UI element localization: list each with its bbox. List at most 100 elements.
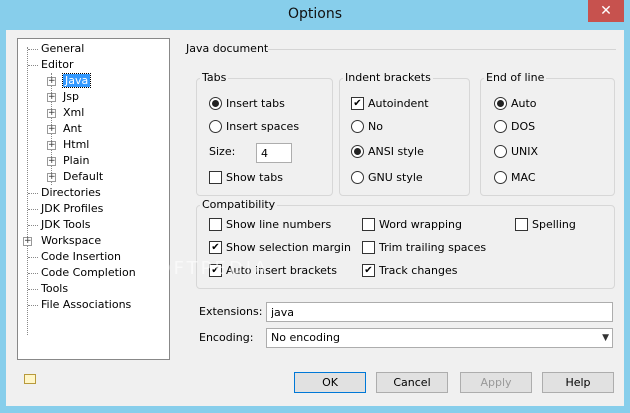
tree-item-jdk-profiles[interactable]: JDK Profiles <box>41 201 103 217</box>
tree-item-html[interactable]: Html <box>63 137 89 153</box>
dialog-client: General Editor + Java + Jsp + Xml + Ant … <box>6 30 624 406</box>
eol-auto-label: Auto <box>511 97 537 110</box>
encoding-label: Encoding: <box>199 331 254 344</box>
tree-item-java[interactable]: Java <box>61 73 92 89</box>
watermark: SOFTPEDIA <box>142 258 270 279</box>
show-line-numbers-label: Show line numbers <box>226 218 332 231</box>
insert-tabs-radio[interactable]: Insert tabs <box>209 96 285 112</box>
radio-indicator <box>494 96 507 110</box>
radio-indicator <box>494 170 507 184</box>
tree-root-line <box>27 47 28 335</box>
autoindent-checkbox[interactable]: ✔ Autoindent <box>351 96 429 112</box>
eol-auto-radio[interactable]: Auto <box>494 96 537 112</box>
tree-item-jdk-tools[interactable]: JDK Tools <box>41 217 91 233</box>
expand-icon[interactable]: + <box>47 157 56 166</box>
insert-spaces-label: Insert spaces <box>226 120 300 133</box>
expand-icon[interactable]: + <box>47 125 56 134</box>
radio-indicator <box>494 119 507 133</box>
tabs-group-title: Tabs <box>200 71 229 84</box>
eol-mac-radio[interactable]: MAC <box>494 170 536 186</box>
expand-icon[interactable]: + <box>47 77 56 86</box>
folder-icon[interactable] <box>24 374 36 384</box>
track-changes-checkbox[interactable]: ✔ Track changes <box>362 263 458 279</box>
tree-connector <box>28 257 38 258</box>
gnu-style-radio[interactable]: GNU style <box>351 170 423 186</box>
indent-brackets-title: Indent brackets <box>343 71 433 84</box>
ok-button[interactable]: OK <box>294 372 366 393</box>
show-tabs-checkbox[interactable]: Show tabs <box>209 170 283 186</box>
section-title: Java document <box>186 42 269 55</box>
tree-item-xml[interactable]: Xml <box>63 105 84 121</box>
checkbox-indicator <box>515 217 528 231</box>
expand-icon[interactable]: + <box>47 141 56 150</box>
expand-icon[interactable]: + <box>23 237 32 246</box>
tree-connector <box>28 65 38 66</box>
insert-spaces-radio[interactable]: Insert spaces <box>209 119 299 135</box>
tree-item-plain[interactable]: Plain <box>63 153 89 169</box>
tree-item-jsp[interactable]: Jsp <box>63 89 79 105</box>
options-window: Options ✕ General Editor + Java + Jsp + … <box>0 0 630 413</box>
tree-item-editor[interactable]: Editor <box>41 57 74 73</box>
check-icon: ✔ <box>362 263 375 277</box>
autoindent-label: Autoindent <box>368 97 429 110</box>
check-icon: ✔ <box>209 240 222 254</box>
title-bar[interactable]: Options ✕ <box>0 0 630 30</box>
expand-icon[interactable]: + <box>47 93 56 102</box>
tree-item-java-label: Java <box>61 73 92 88</box>
radio-indicator <box>209 96 222 110</box>
eol-mac-label: MAC <box>511 171 536 184</box>
tree-item-file-associations[interactable]: File Associations <box>41 297 131 313</box>
gnu-style-label: GNU style <box>368 171 423 184</box>
close-button[interactable]: ✕ <box>588 0 624 22</box>
size-label: Size: <box>209 145 236 158</box>
tab-size-input[interactable] <box>256 143 292 163</box>
tree-connector <box>28 305 38 306</box>
tree-item-default[interactable]: Default <box>63 169 103 185</box>
tree-item-code-completion[interactable]: Code Completion <box>41 265 136 281</box>
tree-item-ant[interactable]: Ant <box>63 121 82 137</box>
word-wrapping-label: Word wrapping <box>379 218 463 231</box>
word-wrapping-checkbox[interactable]: Word wrapping <box>362 217 462 233</box>
show-selection-margin-checkbox[interactable]: ✔ Show selection margin <box>209 240 351 256</box>
radio-indicator <box>351 144 364 158</box>
expand-icon[interactable]: + <box>47 173 56 182</box>
radio-indicator <box>351 170 364 184</box>
expand-icon[interactable]: + <box>47 109 56 118</box>
show-selection-margin-label: Show selection margin <box>226 241 351 254</box>
checkbox-indicator <box>362 217 375 231</box>
extensions-input[interactable] <box>266 302 613 322</box>
cancel-button[interactable]: Cancel <box>376 372 448 393</box>
tree-connector <box>28 289 38 290</box>
section-divider <box>268 49 616 50</box>
encoding-select[interactable]: No encoding ▼ <box>266 328 613 348</box>
tree-item-directories[interactable]: Directories <box>41 185 101 201</box>
ansi-style-radio[interactable]: ANSI style <box>351 144 424 160</box>
end-of-line-title: End of line <box>484 71 547 84</box>
trim-trailing-spaces-checkbox[interactable]: Trim trailing spaces <box>362 240 486 256</box>
options-tree[interactable]: General Editor + Java + Jsp + Xml + Ant … <box>17 38 170 360</box>
radio-indicator <box>351 119 364 133</box>
check-icon: ✔ <box>351 96 364 110</box>
window-title: Options <box>287 6 343 22</box>
apply-button[interactable]: Apply <box>460 372 532 393</box>
trim-trailing-spaces-label: Trim trailing spaces <box>379 241 487 254</box>
indent-no-radio[interactable]: No <box>351 119 383 135</box>
tree-item-tools[interactable]: Tools <box>41 281 68 297</box>
chevron-down-icon[interactable]: ▼ <box>602 329 609 347</box>
tree-connector <box>28 193 38 194</box>
checkbox-indicator <box>209 170 222 184</box>
ansi-style-label: ANSI style <box>368 145 424 158</box>
eol-dos-radio[interactable]: DOS <box>494 119 535 135</box>
show-tabs-label: Show tabs <box>226 171 283 184</box>
tree-item-workspace[interactable]: Workspace <box>41 233 101 249</box>
help-button[interactable]: Help <box>542 372 614 393</box>
tree-item-general[interactable]: General <box>41 41 84 57</box>
spelling-checkbox[interactable]: Spelling <box>515 217 576 233</box>
radio-indicator <box>209 119 222 133</box>
tree-connector <box>28 209 38 210</box>
track-changes-label: Track changes <box>379 264 458 277</box>
eol-unix-radio[interactable]: UNIX <box>494 144 538 160</box>
show-line-numbers-checkbox[interactable]: Show line numbers <box>209 217 331 233</box>
tree-item-code-insertion[interactable]: Code Insertion <box>41 249 121 265</box>
extensions-label: Extensions: <box>199 305 263 318</box>
